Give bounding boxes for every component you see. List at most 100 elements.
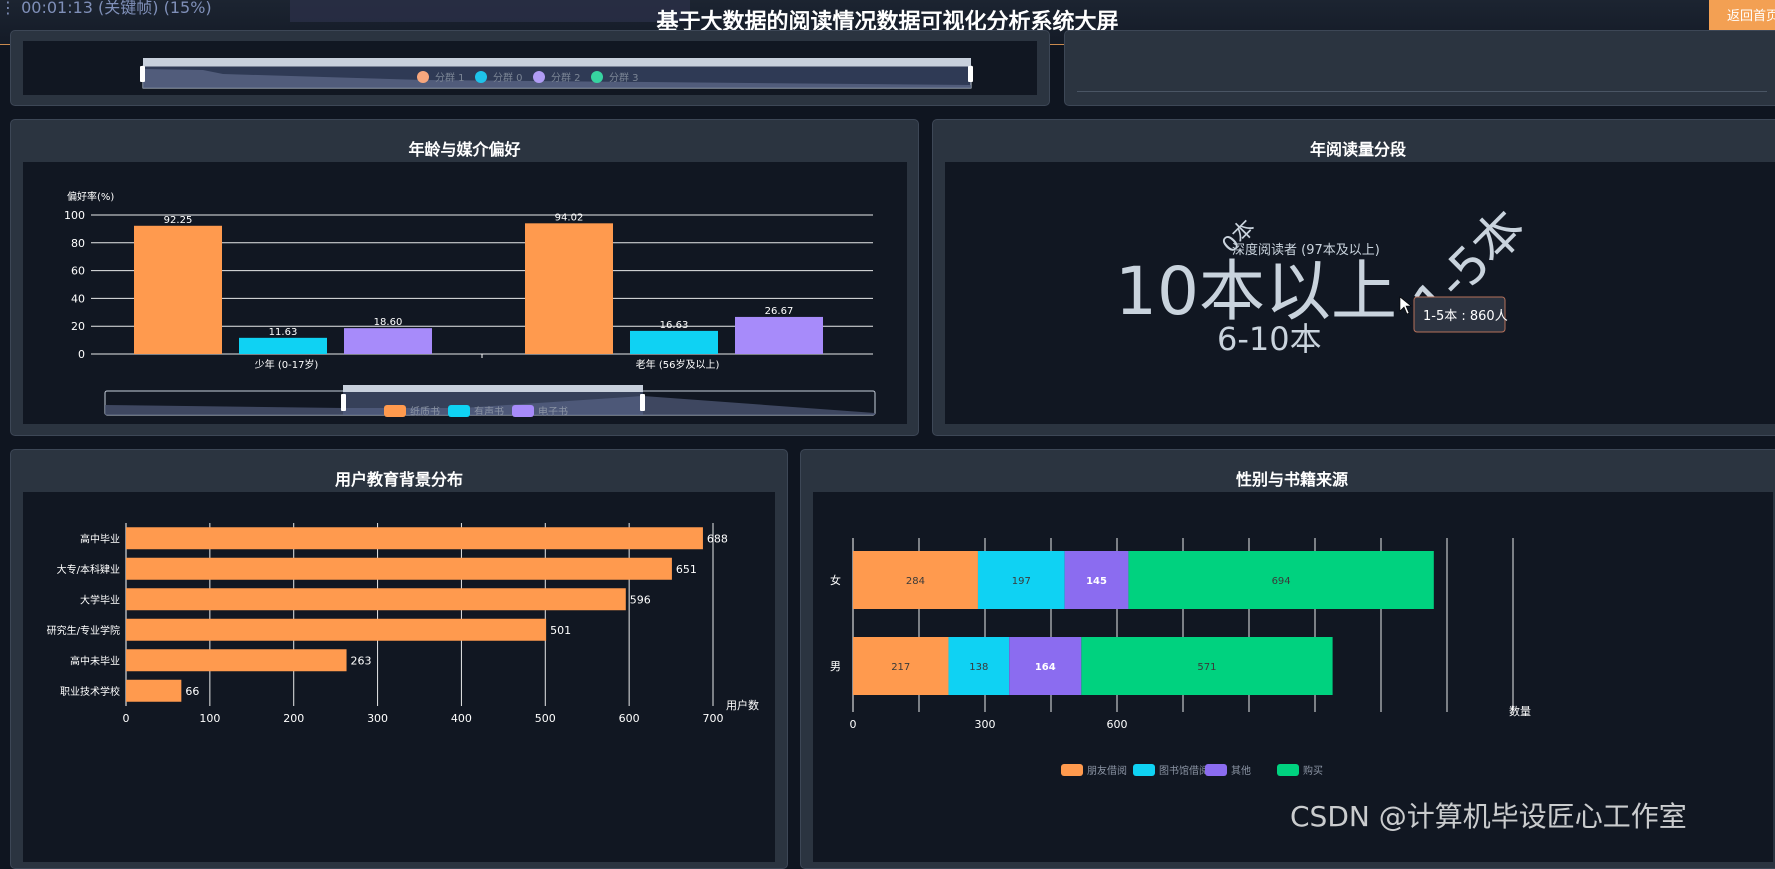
bar-value-label: 16.63 xyxy=(660,320,689,331)
legend-label[interactable]: 分群 0 xyxy=(493,71,523,84)
segment-value-label: 138 xyxy=(969,662,988,673)
x-tick-label: 500 xyxy=(535,712,556,725)
bar-value-label: 596 xyxy=(630,593,651,606)
bar[interactable] xyxy=(735,316,823,354)
bar-value-label: 11.63 xyxy=(269,327,298,338)
bar-value-label: 66 xyxy=(185,685,199,698)
datazoom-right-handle[interactable] xyxy=(640,394,645,411)
x-tick-label: 0 xyxy=(850,718,857,731)
tooltip: 1-5本 : 860人 xyxy=(1413,296,1508,333)
x-tick-label: 0 xyxy=(123,712,130,725)
bar[interactable] xyxy=(525,223,613,354)
x-axis-label: 数量 xyxy=(1509,705,1531,718)
y-tick-label: 80 xyxy=(71,237,85,250)
legend-swatch[interactable] xyxy=(448,405,470,417)
legend-dot[interactable] xyxy=(417,71,429,83)
y-tick-label: 女 xyxy=(830,573,841,587)
bar[interactable] xyxy=(630,330,718,354)
legend-dot[interactable] xyxy=(533,71,545,83)
x-axis-label: 用户数 xyxy=(726,698,759,712)
segment-value-label: 197 xyxy=(1012,576,1031,587)
back-home-button[interactable]: 返回首页 xyxy=(1709,0,1775,34)
datazoom-handle-bar[interactable] xyxy=(143,58,971,66)
y-tick-label: 60 xyxy=(71,265,85,278)
segment-value-label: 217 xyxy=(891,662,910,673)
cluster-chart: 分群 1 分群 0 分群 2 分群 3 xyxy=(140,58,973,89)
x-tick-label: 400 xyxy=(451,712,472,725)
bar[interactable] xyxy=(126,557,672,580)
annual-reading-chart-area: 10本以上 6-10本 1-5本 0本 深度阅读者 (97本及以上) 1-5本 … xyxy=(945,162,1775,424)
y-tick-label: 100 xyxy=(64,209,85,222)
legend-label[interactable]: 有声书 xyxy=(474,405,504,418)
deep-reader-label: 深度阅读者 (97本及以上) xyxy=(1232,242,1380,258)
word-10-plus[interactable]: 10本以上 xyxy=(1115,253,1397,330)
legend-swatch[interactable] xyxy=(1205,764,1227,776)
bar[interactable] xyxy=(239,337,327,354)
legend-swatch[interactable] xyxy=(512,405,534,417)
x-tick-label: 100 xyxy=(199,712,220,725)
legend-swatch[interactable] xyxy=(384,405,406,417)
y-tick-label: 0 xyxy=(78,348,85,361)
bar[interactable] xyxy=(126,618,547,641)
x-tick-label: 700 xyxy=(703,712,724,725)
x-tick-label: 600 xyxy=(619,712,640,725)
bar-value-label: 94.02 xyxy=(555,212,584,223)
legend-swatch[interactable] xyxy=(1061,764,1083,776)
y-tick-label: 大专/本科肄业 xyxy=(57,563,120,576)
bar[interactable] xyxy=(126,527,703,550)
education-panel: 用户教育背景分布 0 100 200 300 400 500 600 700 用户数 688 高中毕… xyxy=(10,449,788,869)
cluster-panel: 分群 1 分群 0 分群 2 分群 3 xyxy=(10,30,1050,106)
age-media-panel: 年龄与媒介偏好 偏好率(%) 0 20 40 60 80 100 92.25 11.63 18.6… xyxy=(10,119,919,436)
bar-value-label: 18.60 xyxy=(374,317,403,328)
legend-swatch[interactable] xyxy=(1133,764,1155,776)
panel-divider xyxy=(1077,91,1767,92)
segment-value-label: 164 xyxy=(1035,662,1056,673)
bar[interactable] xyxy=(126,588,626,611)
bar[interactable] xyxy=(134,225,222,354)
legend-label[interactable]: 购买 xyxy=(1303,764,1323,777)
bar-value-label: 688 xyxy=(707,532,728,545)
bar-value-label: 651 xyxy=(676,563,697,576)
age-media-chart: 偏好率(%) 0 20 40 60 80 100 92.25 11.63 18.60 少年 (0-1… xyxy=(64,190,876,418)
legend-swatch[interactable] xyxy=(1277,764,1299,776)
y-tick-label: 高中毕业 xyxy=(80,532,120,545)
word-6-10[interactable]: 6-10本 xyxy=(1217,320,1322,358)
age-media-title: 年龄与媒介偏好 xyxy=(408,140,521,159)
bar[interactable] xyxy=(126,649,347,672)
y-tick-label: 40 xyxy=(71,292,85,305)
legend-label[interactable]: 朋友借阅 xyxy=(1087,764,1127,777)
segment-value-label: 145 xyxy=(1086,576,1107,587)
datazoom-handle-bar[interactable] xyxy=(343,385,643,392)
bar-value-label: 26.67 xyxy=(765,306,794,317)
legend-label[interactable]: 电子书 xyxy=(538,405,568,418)
age-media-chart-area: 偏好率(%) 0 20 40 60 80 100 92.25 11.63 18.60 少年 (0-1… xyxy=(23,162,907,424)
annual-reading-title: 年阅读量分段 xyxy=(1309,140,1406,159)
legend-dot[interactable] xyxy=(591,71,603,83)
legend-label[interactable]: 其他 xyxy=(1231,764,1251,777)
x-tick-label: 老年 (56岁及以上) xyxy=(636,358,720,371)
x-tick-label: 200 xyxy=(283,712,304,725)
legend-label[interactable]: 分群 3 xyxy=(609,71,639,84)
legend-label[interactable]: 分群 1 xyxy=(435,71,465,84)
legend-label[interactable]: 图书馆借阅 xyxy=(1159,764,1209,777)
gender-source-title: 性别与书籍来源 xyxy=(1235,470,1348,489)
bar-value-label: 263 xyxy=(351,654,372,667)
annual-reading-panel: 年阅读量分段 10本以上 6-10本 1-5本 0本 深度阅读者 (97本及以上… xyxy=(932,119,1775,436)
bar[interactable] xyxy=(344,328,432,354)
legend-dot[interactable] xyxy=(475,71,487,83)
top-right-panel xyxy=(1064,30,1775,106)
legend-label[interactable]: 分群 2 xyxy=(551,71,581,84)
tooltip-text: 1-5本 : 860人 xyxy=(1423,309,1508,324)
x-tick-label: 少年 (0-17岁) xyxy=(255,358,319,371)
cluster-chart-area: 分群 1 分群 0 分群 2 分群 3 xyxy=(23,41,1037,95)
y-tick-label: 研究生/专业学院 xyxy=(47,624,120,637)
datazoom-right-handle[interactable] xyxy=(968,66,973,82)
y-axis-label: 偏好率(%) xyxy=(67,190,114,203)
datazoom-left-handle[interactable] xyxy=(140,66,145,82)
legend-label[interactable]: 纸质书 xyxy=(410,405,440,418)
word-cloud: 10本以上 6-10本 1-5本 0本 深度阅读者 (97本及以上) 1-5本 … xyxy=(1115,198,1537,358)
datazoom-left-handle[interactable] xyxy=(341,394,346,411)
y-tick-label: 职业技术学校 xyxy=(60,685,120,698)
bar[interactable] xyxy=(126,679,182,702)
x-tick-label: 600 xyxy=(1107,718,1128,731)
